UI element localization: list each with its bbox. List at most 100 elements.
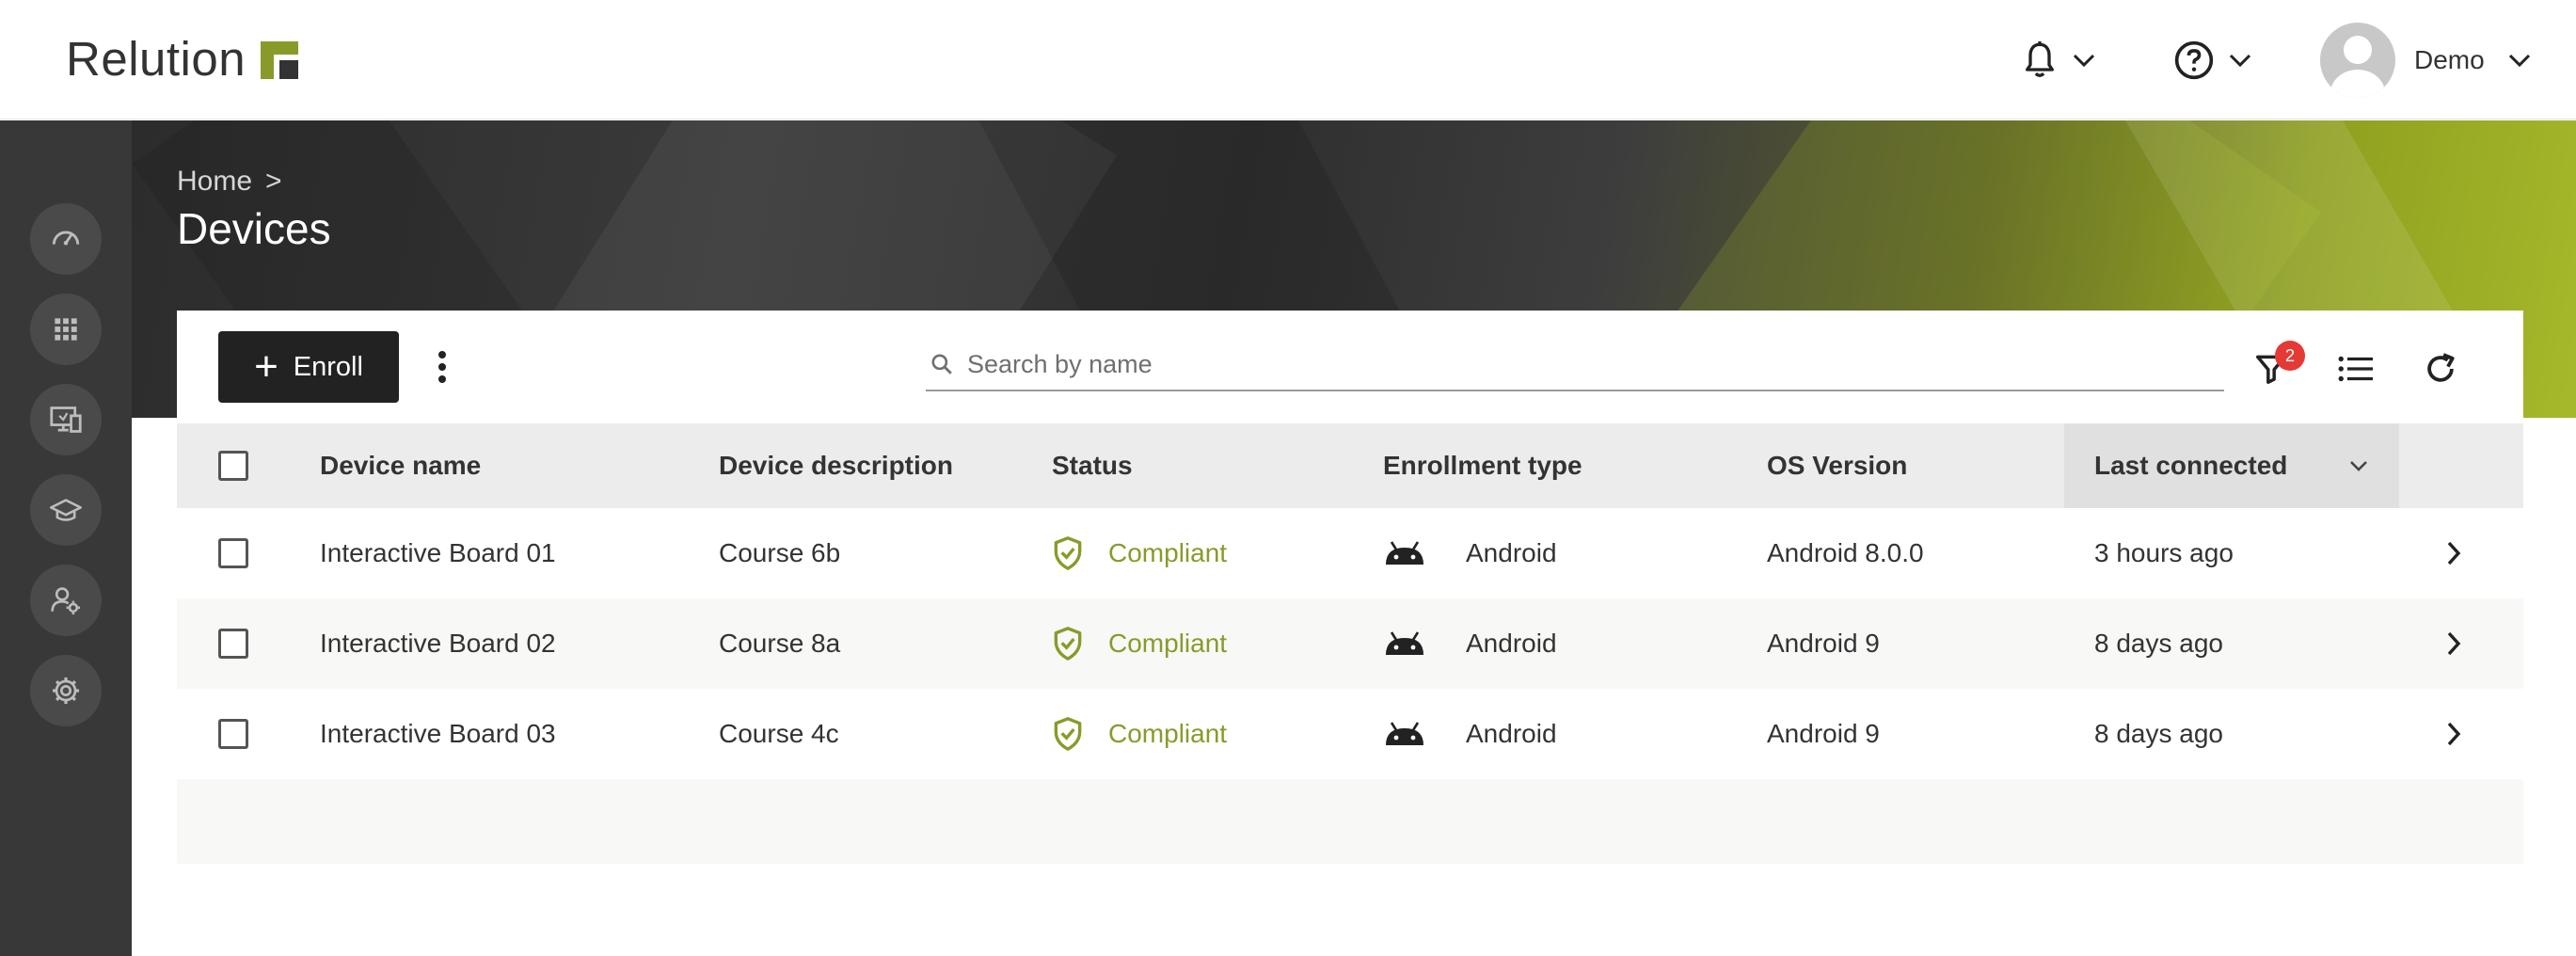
nav-user-management[interactable] — [30, 565, 102, 636]
android-icon — [1386, 722, 1423, 745]
table-row[interactable]: Interactive Board 02 Course 8a Compliant… — [177, 598, 2523, 689]
android-icon — [1386, 631, 1423, 655]
device-name-cell: Interactive Board 02 — [320, 629, 556, 658]
enrollment-type-label: Android — [1466, 719, 1557, 748]
column-last-connected[interactable]: Last connected — [2064, 423, 2399, 508]
column-device-description[interactable]: Device description — [719, 423, 953, 508]
device-name-cell: Interactive Board 01 — [320, 538, 556, 567]
devices-table: Device name Device description Status En… — [177, 423, 2523, 864]
user-name: Demo — [2414, 45, 2485, 74]
sort-descending-icon — [2350, 461, 2367, 471]
column-status[interactable]: Status — [1052, 423, 1133, 508]
android-icon — [1386, 541, 1423, 565]
status-label: Compliant — [1108, 538, 1228, 567]
chevron-right-icon — [2447, 541, 2461, 566]
select-all-cell — [218, 423, 248, 508]
breadcrumb: Home > — [177, 166, 282, 198]
dashboard-icon — [52, 231, 80, 246]
list-view-icon — [2338, 356, 2373, 382]
os-version-cell: Android 8.0.0 — [1767, 538, 1924, 567]
help-icon — [2174, 40, 2214, 80]
column-enrollment-type[interactable]: Enrollment type — [1383, 423, 1582, 508]
enrollment-type-label: Android — [1466, 629, 1557, 658]
row-select-cell — [218, 598, 248, 689]
status-label: Compliant — [1108, 719, 1228, 748]
os-version-cell: Android 9 — [1767, 719, 1880, 748]
logo-mark-icon — [261, 41, 299, 79]
os-version-cell: Android 9 — [1767, 629, 1880, 658]
filter-button[interactable]: 2 — [2245, 341, 2305, 395]
search-input[interactable] — [967, 349, 2224, 379]
page-title: Devices — [177, 204, 331, 253]
column-device-name[interactable]: Device name — [320, 423, 481, 508]
enroll-button[interactable]: + Enroll — [218, 331, 399, 403]
table-row[interactable]: Interactive Board 03 Course 4c Compliant… — [177, 689, 2523, 779]
chevron-down-icon — [2229, 54, 2251, 68]
shield-check-icon — [1054, 627, 1082, 661]
breadcrumb-separator: > — [265, 166, 282, 197]
row-select-cell — [218, 508, 248, 598]
help-button[interactable] — [2173, 36, 2252, 85]
user-menu-button[interactable]: Demo — [2320, 23, 2532, 98]
chevron-down-icon — [2073, 54, 2095, 68]
nav-dashboard[interactable] — [30, 203, 102, 275]
more-vertical-icon — [438, 351, 446, 383]
table-row[interactable]: Interactive Board 01 Course 6b Compliant… — [177, 508, 2523, 598]
enroll-label: Enroll — [293, 351, 363, 382]
filter-count-badge: 2 — [2275, 341, 2305, 371]
list-view-button[interactable] — [2330, 343, 2382, 395]
row-open-button[interactable] — [2444, 508, 2463, 598]
device-description-cell: Course 6b — [719, 538, 841, 567]
select-all-checkbox[interactable] — [218, 451, 248, 481]
status-cell: Compliant — [1052, 508, 1227, 598]
logo-text: Relution — [66, 31, 246, 86]
device-name-cell: Interactive Board 03 — [320, 719, 556, 748]
refresh-button[interactable] — [2414, 343, 2467, 395]
row-select-cell — [218, 689, 248, 779]
notifications-button[interactable] — [2021, 36, 2096, 85]
settings-icon — [53, 677, 79, 704]
shield-check-icon — [1054, 717, 1082, 751]
last-connected-cell: 3 hours ago — [2094, 538, 2234, 567]
row-open-button[interactable] — [2444, 689, 2463, 779]
refresh-icon — [2427, 353, 2455, 382]
breadcrumb-home[interactable]: Home — [177, 166, 252, 198]
nav-apps[interactable] — [30, 294, 102, 365]
plus-icon: + — [254, 343, 278, 390]
table-header: Device name Device description Status En… — [177, 423, 2523, 508]
last-connected-cell: 8 days ago — [2094, 629, 2223, 658]
devices-toolbar: + Enroll 2 — [177, 311, 2523, 423]
row-checkbox[interactable] — [218, 719, 248, 749]
user-settings-icon — [51, 587, 81, 615]
education-icon — [50, 499, 82, 521]
nav-devices[interactable] — [30, 384, 102, 455]
more-actions-button[interactable] — [423, 341, 461, 393]
shield-check-icon — [1054, 536, 1082, 570]
row-checkbox[interactable] — [218, 629, 248, 659]
last-connected-cell: 8 days ago — [2094, 719, 2223, 748]
row-checkbox[interactable] — [218, 538, 248, 568]
table-empty-row — [177, 779, 2523, 864]
devices-card: + Enroll 2 — [177, 311, 2523, 956]
relution-logo[interactable]: Relution — [66, 30, 299, 87]
device-description-cell: Course 4c — [719, 719, 839, 748]
chevron-right-icon — [2447, 631, 2461, 656]
status-label: Compliant — [1108, 629, 1228, 658]
nav-education[interactable] — [30, 474, 102, 546]
search-field — [926, 339, 2224, 391]
search-icon — [931, 354, 952, 374]
devices-icon — [50, 406, 82, 433]
apps-grid-icon — [55, 318, 77, 341]
column-os-version[interactable]: OS Version — [1767, 423, 1907, 508]
nav-settings[interactable] — [30, 655, 102, 726]
column-last-connected-label: Last connected — [2094, 451, 2288, 480]
status-cell: Compliant — [1052, 598, 1227, 689]
row-open-button[interactable] — [2444, 598, 2463, 689]
enrollment-type-cell: Android — [1383, 598, 1557, 689]
enrollment-type-label: Android — [1466, 538, 1557, 567]
bell-icon — [2026, 40, 2054, 77]
enrollment-type-cell: Android — [1383, 508, 1557, 598]
chevron-right-icon — [2447, 722, 2461, 746]
top-header: Relution Demo — [0, 0, 2576, 120]
side-navigation — [0, 120, 132, 956]
